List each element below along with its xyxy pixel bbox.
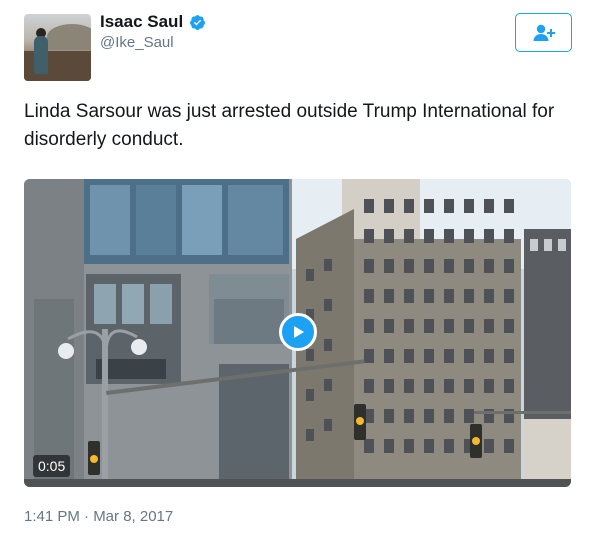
tweet-card: Isaac Saul @Ike_Saul Linda Sarsour was j… <box>0 0 590 538</box>
video-duration-badge: 0:05 <box>33 455 71 477</box>
tweet-text: Linda Sarsour was just arrested outside … <box>24 101 555 150</box>
play-button[interactable] <box>279 313 317 351</box>
follow-user-plus-icon <box>533 24 555 41</box>
author-display-name[interactable]: Isaac Saul <box>100 12 183 32</box>
author-handle[interactable]: @Ike_Saul <box>100 34 174 51</box>
play-icon <box>294 326 304 338</box>
verified-badge-icon <box>190 14 206 30</box>
avatar[interactable] <box>24 14 91 81</box>
follow-button[interactable] <box>515 13 572 52</box>
author-name-row: Isaac Saul <box>100 12 206 32</box>
video-player[interactable]: 0:05 <box>24 179 571 487</box>
tweet-timestamp[interactable]: 1:41 PM · Mar 8, 2017 <box>24 508 173 525</box>
